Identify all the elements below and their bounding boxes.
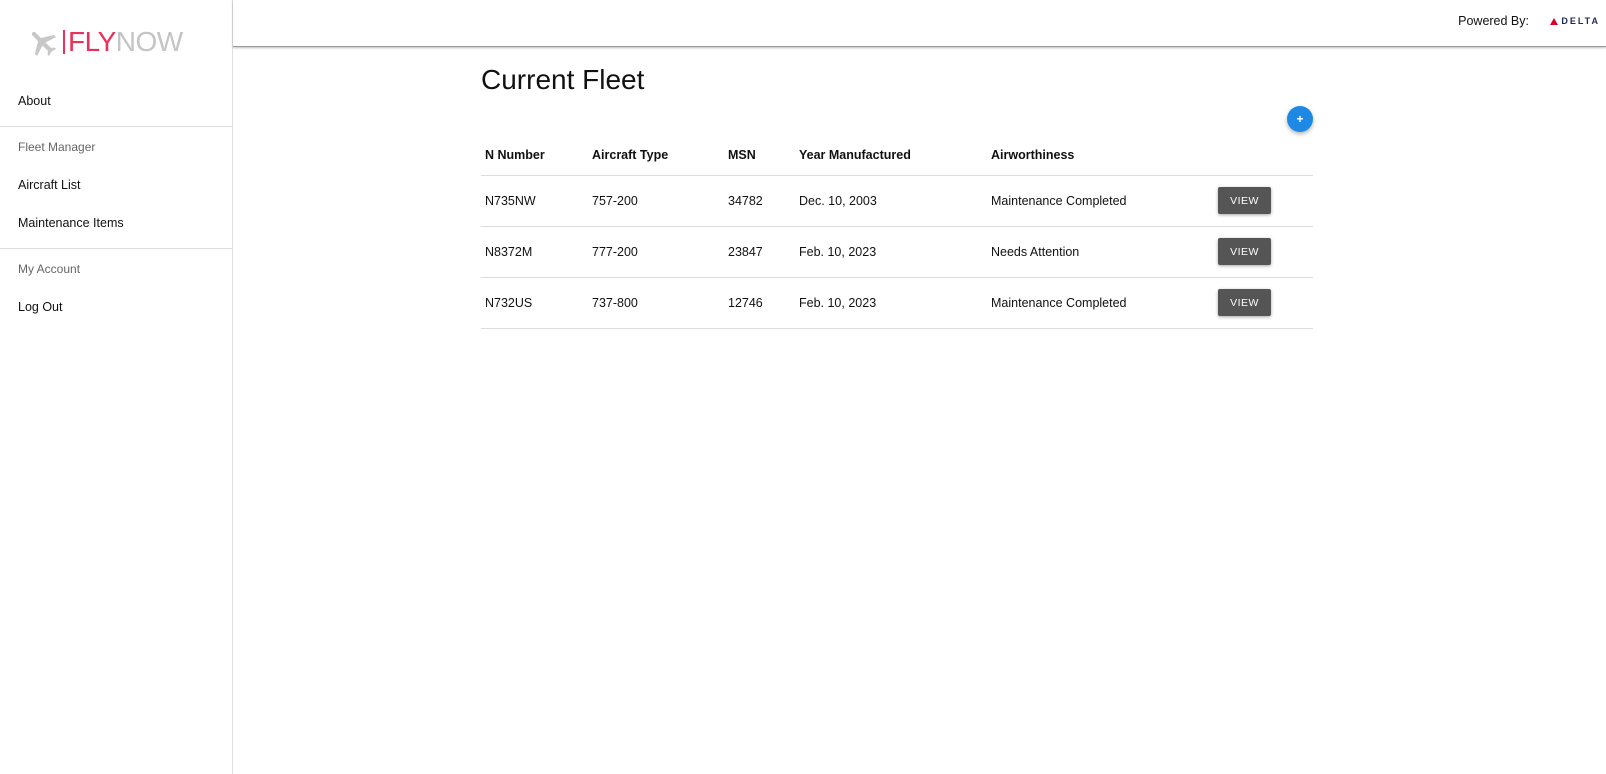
nav-about[interactable]: About <box>18 94 51 108</box>
cell-n-number: N735NW <box>481 175 588 227</box>
cell-actions: VIEW <box>1214 226 1313 278</box>
cell-year-manufactured: Feb. 10, 2023 <box>795 277 987 329</box>
cell-airworthiness: Needs Attention <box>987 226 1214 278</box>
nav-heading-my-account: My Account <box>18 262 81 276</box>
delta-widget-icon <box>1550 17 1559 25</box>
nav-maintenance-items[interactable]: Maintenance Items <box>18 216 124 230</box>
column-header-actions <box>1214 135 1313 176</box>
flynow-logo[interactable]: FLY NOW <box>26 22 186 62</box>
column-header-year-manufactured: Year Manufactured <box>795 135 987 176</box>
logo-divider <box>63 30 65 54</box>
sidebar: FLY NOW About Fleet Manager Aircraft Lis… <box>0 0 233 774</box>
table-row: N732US 737-800 12746 Feb. 10, 2023 Maint… <box>481 277 1313 329</box>
column-header-airworthiness: Airworthiness <box>987 135 1214 176</box>
airplane-icon <box>31 31 57 57</box>
view-button[interactable]: VIEW <box>1218 289 1271 316</box>
page-title: Current Fleet <box>481 64 645 95</box>
nav-aircraft-list[interactable]: Aircraft List <box>18 178 81 192</box>
cell-airworthiness: Maintenance Completed <box>987 277 1214 329</box>
cell-n-number: N8372M <box>481 226 588 278</box>
cell-aircraft-type: 737-800 <box>588 277 724 329</box>
nav-heading-fleet-manager: Fleet Manager <box>18 140 96 154</box>
add-aircraft-button[interactable]: + <box>1287 106 1313 132</box>
cell-msn: 12746 <box>724 277 795 329</box>
cell-year-manufactured: Dec. 10, 2003 <box>795 175 987 227</box>
cell-airworthiness: Maintenance Completed <box>987 175 1214 227</box>
delta-logo: DELTA <box>1550 16 1600 26</box>
cell-aircraft-type: 757-200 <box>588 175 724 227</box>
logo-text-now: NOW <box>115 26 183 57</box>
cell-year-manufactured: Feb. 10, 2023 <box>795 226 987 278</box>
table-row: N735NW 757-200 34782 Dec. 10, 2003 Maint… <box>481 175 1313 227</box>
table-row: N8372M 777-200 23847 Feb. 10, 2023 Needs… <box>481 226 1313 278</box>
column-header-aircraft-type: Aircraft Type <box>588 135 724 176</box>
cell-n-number: N732US <box>481 277 588 329</box>
fleet-table: N Number Aircraft Type MSN Year Manufact… <box>481 135 1313 329</box>
view-button[interactable]: VIEW <box>1218 187 1271 214</box>
powered-by-label: Powered By: <box>1458 14 1529 28</box>
cell-msn: 34782 <box>724 175 795 227</box>
nav-log-out[interactable]: Log Out <box>18 300 62 314</box>
cell-msn: 23847 <box>724 226 795 278</box>
nav-divider <box>0 126 233 127</box>
table-header-row: N Number Aircraft Type MSN Year Manufact… <box>481 135 1313 176</box>
logo-text-fly: FLY <box>68 26 116 57</box>
column-header-n-number: N Number <box>481 135 588 176</box>
cell-actions: VIEW <box>1214 277 1313 329</box>
nav-divider <box>0 248 233 249</box>
top-bar: Powered By: DELTA <box>233 0 1606 47</box>
cell-actions: VIEW <box>1214 175 1313 227</box>
view-button[interactable]: VIEW <box>1218 238 1271 265</box>
delta-logo-text: DELTA <box>1561 16 1600 26</box>
column-header-msn: MSN <box>724 135 795 176</box>
cell-aircraft-type: 777-200 <box>588 226 724 278</box>
